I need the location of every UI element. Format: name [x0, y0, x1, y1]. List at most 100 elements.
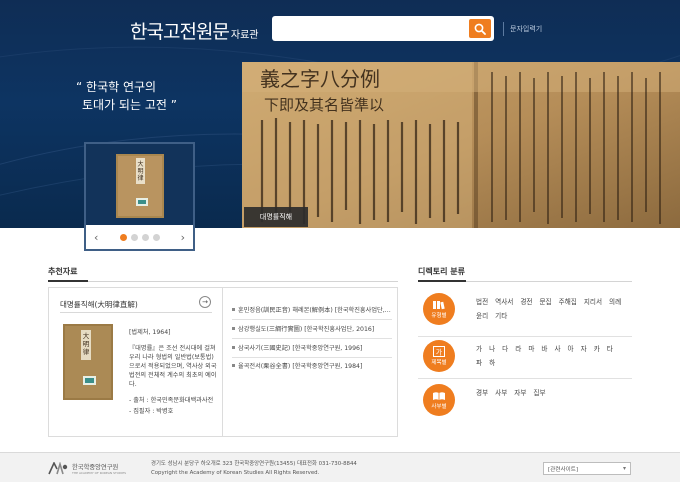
- directory-group-type: 유형별 법전 역사서 경전 문집 주해집 지리서 의례윤리 기타: [418, 293, 632, 335]
- slider-dot-4[interactable]: [152, 233, 160, 241]
- recommended-author: - 집필자 : 박병호: [129, 408, 174, 415]
- slider-nav: ‹ ›: [86, 225, 193, 249]
- recommended-rule-accent: [48, 280, 88, 282]
- recommended-main-title[interactable]: 대명률직해(大明律直解): [60, 299, 138, 310]
- directory-link[interactable]: 자부: [514, 389, 526, 397]
- directory-link[interactable]: 경전: [520, 298, 532, 306]
- footer-logo-text: 한국학중앙연구원 THE ACADEMY OF KOREAN STUDIES: [72, 462, 126, 475]
- recommended-description: 『대명률』은 조선 전시대에 걸쳐 우리 나라 형법의 일반법(보통법)으로서 …: [129, 345, 217, 388]
- directory-link[interactable]: 파: [476, 359, 482, 367]
- directory-title-label: 제목별: [431, 360, 447, 366]
- footer-copyright: Copyright the Academy of Korean Studies …: [151, 470, 320, 476]
- directory-link[interactable]: 나: [489, 345, 495, 353]
- search-button[interactable]: [469, 19, 491, 38]
- recommended-source-note: [법제처, 1964]: [129, 329, 171, 336]
- directory-link[interactable]: 지리서: [584, 298, 602, 306]
- svg-text:가: 가: [436, 347, 443, 356]
- directory-link[interactable]: 주해집: [559, 298, 577, 306]
- svg-text:律: 律: [137, 174, 143, 182]
- recommended-list-item[interactable]: 율곡전서(栗谷全書) [한국학중앙연구원, 1984]: [232, 361, 392, 370]
- footer: 한국학중앙연구원 THE ACADEMY OF KOREAN STUDIES 경…: [0, 452, 680, 482]
- recommended-main: 대명률직해(大明律直解) → 大 明 律 [법제처, 1964] 『대명률』은 …: [49, 288, 223, 436]
- directory-link[interactable]: 타: [607, 345, 613, 353]
- recommended-more-button[interactable]: →: [199, 296, 211, 308]
- footer-address: 경기도 성남시 분당구 하오개로 323 한국학중앙연구원(13455) 대표전…: [151, 461, 357, 467]
- aks-logo-icon: [48, 462, 68, 475]
- directory-link[interactable]: 다: [502, 345, 508, 353]
- recommended-book-image: 大 明 律: [63, 324, 113, 400]
- featured-slider-card[interactable]: 大 明 律 ‹ ›: [84, 142, 195, 251]
- directory-link[interactable]: 의례: [609, 298, 621, 306]
- directory-divider: [418, 336, 632, 337]
- directory-link[interactable]: 기타: [495, 312, 507, 320]
- recommended-source: - 출처 : 한국민족문화대백과사전: [129, 397, 214, 404]
- logo-title: 한국고전원문: [130, 21, 230, 43]
- directory-title: 디렉토리 분류: [418, 267, 465, 276]
- banner-manuscript-image: 義之字八分例 下即及其名皆準以: [242, 62, 680, 228]
- svg-text:明: 明: [137, 168, 143, 175]
- svg-text:大: 大: [83, 331, 90, 340]
- featured-book-image: 大 明 律: [116, 154, 164, 218]
- directory-link[interactable]: 가: [476, 345, 482, 353]
- directory-title-button[interactable]: 가 제목별: [423, 340, 455, 372]
- directory-type-links: 법전 역사서 경전 문집 주해집 지리서 의례윤리 기타: [476, 295, 632, 323]
- directory-link[interactable]: 법전: [476, 298, 488, 306]
- footer-org-en: THE ACADEMY OF KOREAN STUDIES: [72, 471, 127, 475]
- recommended-title: 추천자료: [48, 267, 78, 276]
- hero-quote: “ 한국학 연구의 토대가 되는 고전 ”: [76, 78, 177, 114]
- banner-caption: 대명률직해: [244, 207, 308, 227]
- directory-link[interactable]: 아: [568, 345, 574, 353]
- arrow-right-icon: →: [202, 298, 208, 306]
- slider-dot-2[interactable]: [130, 233, 138, 241]
- list-divider: [232, 319, 392, 320]
- svg-text:義之字八分例: 義之字八分例: [260, 67, 380, 91]
- directory-title-links: 가 나 다 라 마 바 사 아 자 카 타파 하: [476, 342, 632, 370]
- directory-group-title: 가 제목별 가 나 다 라 마 바 사 아 자 카 타파 하: [418, 340, 632, 376]
- header-divider: [503, 22, 504, 36]
- svg-text:明: 明: [83, 340, 90, 348]
- hero-quote-line2: 토대가 되는 고전 ”: [82, 98, 177, 112]
- directory-link[interactable]: 문집: [539, 298, 551, 306]
- logo-subtitle: 자료관: [230, 30, 259, 41]
- directory-link[interactable]: 집부: [533, 389, 545, 397]
- directory-link[interactable]: 경부: [476, 389, 488, 397]
- directory-link[interactable]: 역사서: [495, 298, 513, 306]
- directory-type-button[interactable]: 유형별: [423, 293, 455, 325]
- recommended-list-item[interactable]: 삼강행실도(三綱行實圖) [한국학진흥사업단, 2016]: [232, 324, 392, 333]
- directory-link[interactable]: 하: [489, 359, 495, 367]
- recommended-list-item[interactable]: 삼국사기(三國史記) [한국학중앙연구원, 1996]: [232, 343, 392, 352]
- directory-link[interactable]: 바: [541, 345, 547, 353]
- directory-link[interactable]: 마: [528, 345, 534, 353]
- svg-text:大: 大: [137, 160, 143, 168]
- directory-link[interactable]: 사부: [495, 389, 507, 397]
- directory-link[interactable]: 카: [594, 345, 600, 353]
- directory-link[interactable]: 사: [554, 345, 560, 353]
- recommended-rule: [48, 281, 398, 282]
- slider-dot-3[interactable]: [141, 233, 149, 241]
- slider-dots: [119, 233, 160, 241]
- slider-next-button[interactable]: ›: [181, 232, 185, 243]
- slider-prev-button[interactable]: ‹: [94, 232, 98, 243]
- directory-link[interactable]: 자: [581, 345, 587, 353]
- related-sites-select[interactable]: [관련사이트] ▾: [543, 462, 631, 475]
- directory-category-button[interactable]: 사부별: [423, 384, 455, 416]
- recommended-box: 대명률직해(大明律直解) → 大 明 律 [법제처, 1964] 『대명률』은 …: [48, 287, 398, 437]
- directory-link[interactable]: 윤리: [476, 312, 488, 320]
- list-divider: [232, 338, 392, 339]
- slider-dot-1[interactable]: [119, 233, 127, 241]
- chevron-down-icon: ▾: [622, 465, 626, 472]
- footer-logo[interactable]: 한국학중앙연구원 THE ACADEMY OF KOREAN STUDIES: [48, 462, 126, 475]
- footer-org-kr: 한국학중앙연구원: [72, 464, 119, 471]
- book-stack-icon: [433, 300, 445, 309]
- recommended-main-text: [법제처, 1964] 『대명률』은 조선 전시대에 걸쳐 우리 나라 형법의 …: [129, 328, 219, 423]
- directory-link[interactable]: 라: [515, 345, 521, 353]
- recommended-list-item[interactable]: 훈민정음(訓民正音) 해례본(解例本) [한국학진흥사업단, 2015]: [232, 305, 392, 314]
- recommended-main-rule: [60, 312, 212, 313]
- char-input-link[interactable]: 문자입력기: [510, 24, 542, 34]
- directory-group-category: 사부별 경부 사부 자부 집부: [418, 384, 632, 424]
- svg-text:下即及其名皆準以: 下即及其名皆準以: [264, 96, 384, 114]
- directory-category-label: 사부별: [431, 403, 447, 410]
- search-input[interactable]: [272, 16, 468, 41]
- site-logo[interactable]: 한국고전원문 자료관: [130, 17, 259, 44]
- search-icon: [474, 23, 486, 35]
